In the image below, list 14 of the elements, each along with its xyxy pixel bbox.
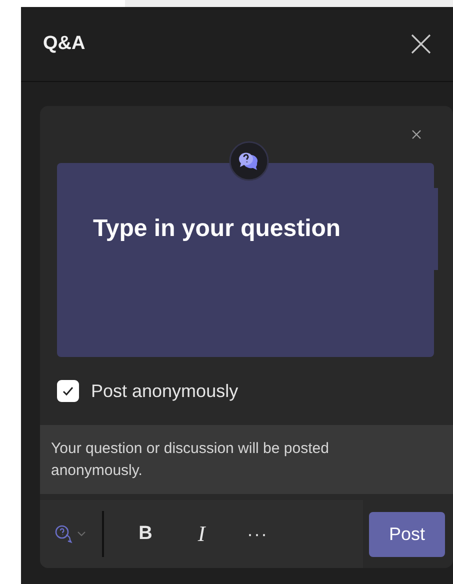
question-field[interactable]: Type in your question <box>57 163 434 357</box>
question-prompt: Type in your question <box>93 215 341 242</box>
panel-title: Q&A <box>43 33 86 55</box>
post-button[interactable]: Post <box>369 512 445 556</box>
post-type-dropdown[interactable] <box>54 523 88 545</box>
more-options-button[interactable]: ··· <box>230 524 286 544</box>
anonymous-checkbox[interactable] <box>57 380 79 402</box>
anonymous-label: Post anonymously <box>91 380 238 402</box>
question-bubble-icon <box>229 141 269 181</box>
anonymous-note: Your question or discussion will be posted anonymously. <box>51 440 329 479</box>
italic-button[interactable]: I <box>174 521 230 547</box>
close-icon[interactable] <box>411 34 431 54</box>
close-icon[interactable] <box>412 130 421 139</box>
bold-button[interactable]: B <box>118 523 174 545</box>
